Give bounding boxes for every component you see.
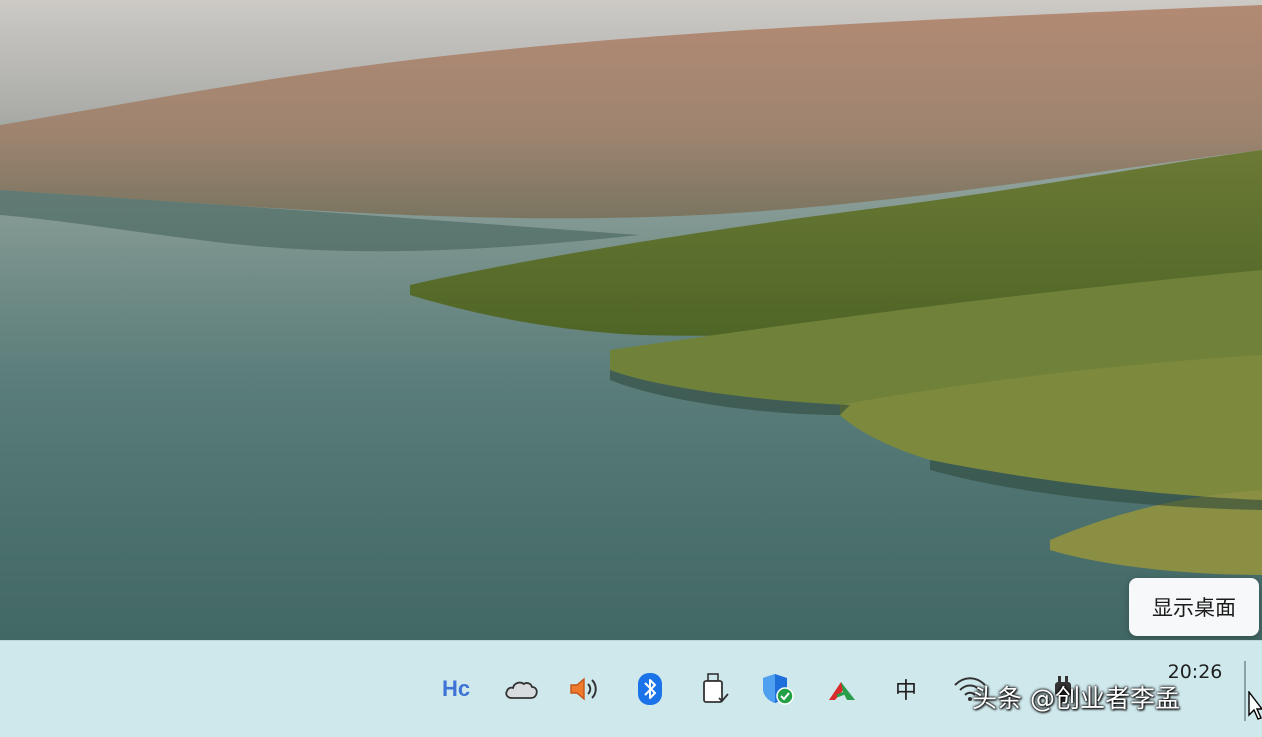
- usb-drive-icon[interactable]: [696, 671, 732, 707]
- show-desktop-tooltip: 显示桌面: [1129, 578, 1259, 636]
- watermark-text: 头条 @创业者李孟: [972, 684, 1180, 713]
- volume-icon[interactable]: [567, 671, 603, 707]
- hc-app-icon[interactable]: Hc: [438, 671, 474, 707]
- hc-label: Hc: [441, 676, 471, 701]
- taskbar: Hc 中 20:26 头条 @创业者李孟: [0, 640, 1262, 737]
- ime-label: 中: [894, 679, 917, 704]
- bluetooth-icon[interactable]: [632, 671, 668, 707]
- app-tray-icon[interactable]: [824, 671, 860, 707]
- wallpaper-landscape: [0, 0, 1262, 575]
- mouse-cursor-icon: [1248, 689, 1262, 725]
- desktop-wallpaper: 显示桌面: [0, 0, 1262, 640]
- security-shield-icon[interactable]: [760, 671, 796, 707]
- onedrive-cloud-icon[interactable]: [503, 671, 539, 707]
- ime-icon[interactable]: 中: [888, 671, 924, 707]
- show-desktop-button[interactable]: [1244, 661, 1246, 721]
